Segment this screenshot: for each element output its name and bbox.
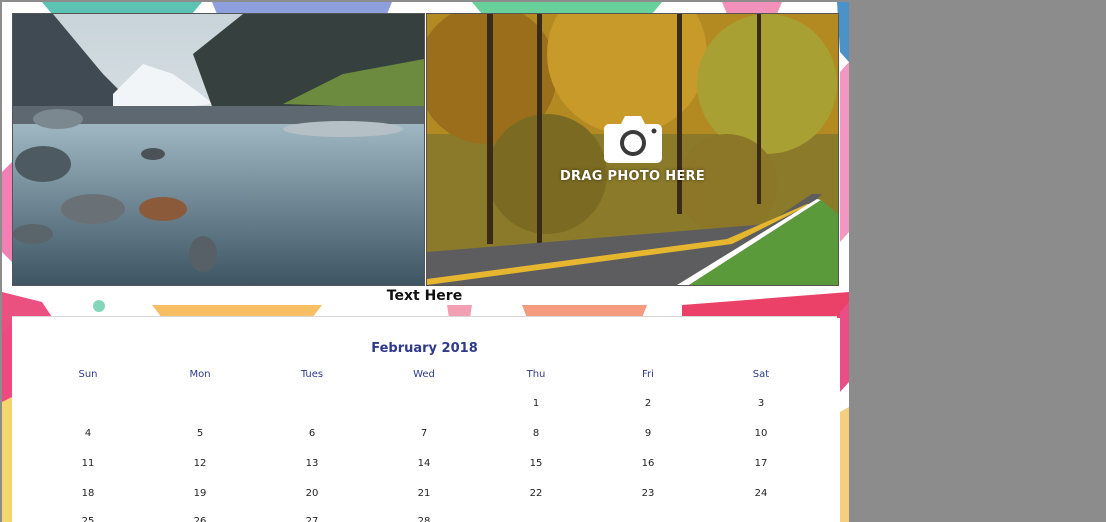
weekday-label: Sat [752, 369, 770, 380]
calendar-page-canvas: DRAG PHOTO HERE Text Here February 2018 … [2, 2, 849, 522]
calendar-day-cell[interactable]: 26 [170, 516, 230, 522]
calendar-day-cell[interactable]: 27 [282, 516, 342, 522]
calendar-day-cell[interactable]: 3 [731, 398, 791, 409]
calendar-day-cell[interactable]: 18 [58, 488, 118, 499]
camera-icon [603, 115, 662, 163]
calendar-day-cell[interactable]: 4 [58, 428, 118, 439]
calendar-day-cell[interactable]: 21 [394, 488, 454, 499]
weekday-label: Fri [642, 369, 654, 380]
weekday-label: Wed [413, 369, 435, 380]
drag-photo-label: DRAG PHOTO HERE [559, 169, 706, 184]
calendar-day-cell[interactable]: 9 [618, 428, 678, 439]
photo-slot-mountain-river[interactable] [12, 13, 425, 286]
calendar-day-cell[interactable]: 14 [394, 458, 454, 469]
calendar-day-cell[interactable]: 23 [618, 488, 678, 499]
weekday-label: Sun [78, 369, 98, 380]
calendar-day-cell[interactable]: 8 [506, 428, 566, 439]
weekday-label: Tues [300, 369, 324, 380]
calendar-day-cell[interactable]: 7 [394, 428, 454, 439]
calendar-day-cell[interactable]: 22 [506, 488, 566, 499]
weekday-label: Thu [526, 369, 546, 380]
calendar-day-cell[interactable]: 10 [731, 428, 791, 439]
calendar-day-cell[interactable]: 20 [282, 488, 342, 499]
calendar-day-cell[interactable]: 25 [58, 516, 118, 522]
calendar-grid: February 2018 Sun Mon Tues Wed Thu Fri Sat 1 2 3 4… [12, 316, 837, 522]
calendar-day-cell[interactable]: 24 [731, 488, 791, 499]
calendar-day-cell[interactable]: 13 [282, 458, 342, 469]
photo-drop-zone[interactable]: DRAG PHOTO HERE [426, 13, 839, 286]
calendar-day-cell[interactable]: 15 [506, 458, 566, 469]
calendar-day-cell[interactable]: 28 [394, 516, 454, 522]
calendar-day-cell[interactable]: 5 [170, 428, 230, 439]
weekday-label: Mon [189, 369, 211, 380]
calendar-day-cell[interactable]: 1 [506, 398, 566, 409]
drag-photo-overlay: DRAG PHOTO HERE [427, 14, 838, 285]
calendar-day-cell[interactable]: 6 [282, 428, 342, 439]
photo-caption-text[interactable]: Text Here [12, 285, 837, 307]
calendar-day-cell[interactable]: 12 [170, 458, 230, 469]
calendar-day-cell[interactable]: 17 [731, 458, 791, 469]
calendar-day-cell[interactable]: 2 [618, 398, 678, 409]
calendar-day-cell[interactable]: 16 [618, 458, 678, 469]
calendar-day-cell[interactable]: 19 [170, 488, 230, 499]
calendar-day-cell[interactable]: 11 [58, 458, 118, 469]
calendar-month-title: February 2018 [371, 341, 478, 356]
